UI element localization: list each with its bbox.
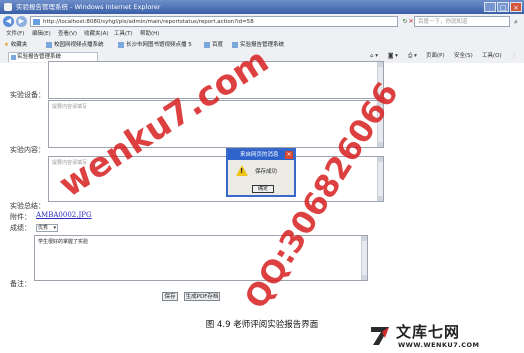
logo-text: 文库七网 [396,323,461,341]
attachment-label: 附件： [10,213,31,221]
address-input[interactable]: http://localhost:8080/syhgl/pls/admin/ma… [30,16,398,27]
dialog-close-icon[interactable]: × [285,151,293,159]
equipment-placeholder: 提要内容请填写 [52,104,88,110]
wenku7-logo: 文库七网 WWW.WENKU7.COM [368,322,520,350]
remarks-label: 备注： [10,280,31,288]
generate-pdf-button[interactable]: 生成PDF存档 [184,292,220,301]
search-input[interactable]: 百度一下，你就知道 [414,16,510,27]
equipment-textarea[interactable]: 提要内容请填写 [48,100,384,148]
attachment-link[interactable]: AMBA0002.JPG [36,211,92,219]
page-icon [11,55,16,60]
feeds-icon[interactable]: ◙ ▾ [388,51,398,62]
back-icon[interactable]: ◀ [3,16,14,27]
summary-label: 实验总结： [10,202,45,210]
grade-label: 成绩： [10,224,31,232]
favorite-item-campus-video[interactable]: 校园网视频点播系统 [46,39,104,51]
warning-icon: ! [236,165,248,176]
dialog-ok-button[interactable]: 确定 [252,185,274,193]
help-icon[interactable]: ❔ [510,51,517,62]
close-button[interactable]: × [510,2,522,12]
favorite-item-report-system[interactable]: 实验报告管理系统 [232,39,284,51]
logo-mark-icon [371,327,389,345]
message-dialog: 来自网页的消息 × ! 保存成功 确定 [226,148,296,197]
maximize-button[interactable]: □ [497,2,509,12]
menu-edit[interactable]: 编辑(E) [32,29,51,39]
remarks-value: 学生很好的掌握了实验 [38,239,89,245]
address-url: http://localhost:8080/syhgl/pls/admin/ma… [43,19,254,25]
equipment-label: 实验设备： [10,91,45,99]
logo-url: WWW.WENKU7.COM [398,341,480,349]
menu-tools[interactable]: 工具(T) [114,29,133,39]
favorite-item-baidu[interactable]: 百度 [204,39,223,51]
favorites-button[interactable]: ★ 收藏夹 [4,39,27,51]
tools-menu[interactable]: 工具(O) [482,51,502,62]
remarks-textarea[interactable]: 学生很好的掌握了实验 [34,235,368,281]
ie-icon [4,3,12,11]
grade-select[interactable]: 优秀 ▾ [36,224,58,232]
previous-textarea[interactable] [48,61,384,99]
save-button[interactable]: 保存 [162,292,178,301]
menu-view[interactable]: 查看(V) [58,29,77,39]
dialog-message: 保存成功 [255,169,278,175]
menu-file[interactable]: 文件(F) [6,29,24,39]
page-menu[interactable]: 页面(P) [426,51,445,62]
address-row: ◀ ▶ http://localhost:8080/syhgl/pls/admi… [0,15,524,29]
favorite-item-library-video[interactable]: 长沙市网图书馆视频点播 5 [118,39,192,51]
menu-bar: 文件(F) 编辑(E) 查看(V) 收藏夹(A) 工具(T) 帮助(H) [0,29,524,39]
page-icon [33,19,40,25]
window-titlebar: 实验报告管理系统 - Windows Internet Explorer _ □… [0,0,524,14]
safety-menu[interactable]: 安全(S) [454,51,473,62]
content-label: 实验内容： [10,146,45,154]
summary-textarea[interactable]: 提要内容请填写 [48,156,384,202]
search-icon[interactable]: ⌕ [511,17,521,27]
minimize-button[interactable]: _ [484,2,496,12]
tab-label: 实验报告管理系统 [17,54,62,60]
window-title: 实验报告管理系统 - Windows Internet Explorer [16,3,161,11]
menu-help[interactable]: 帮助(H) [140,29,159,39]
print-icon[interactable]: ⎙ ▾ [408,51,417,62]
menu-favorites[interactable]: 收藏夹(A) [84,29,109,39]
summary-placeholder: 提要内容请填写 [52,160,88,166]
favorites-bar: ★ 收藏夹 校园网视频点播系统 长沙市网图书馆视频点播 5 百度 实验报告管理系… [0,39,524,51]
forward-icon[interactable]: ▶ [16,16,27,27]
browser-window: 实验报告管理系统 - Windows Internet Explorer _ □… [0,0,524,312]
